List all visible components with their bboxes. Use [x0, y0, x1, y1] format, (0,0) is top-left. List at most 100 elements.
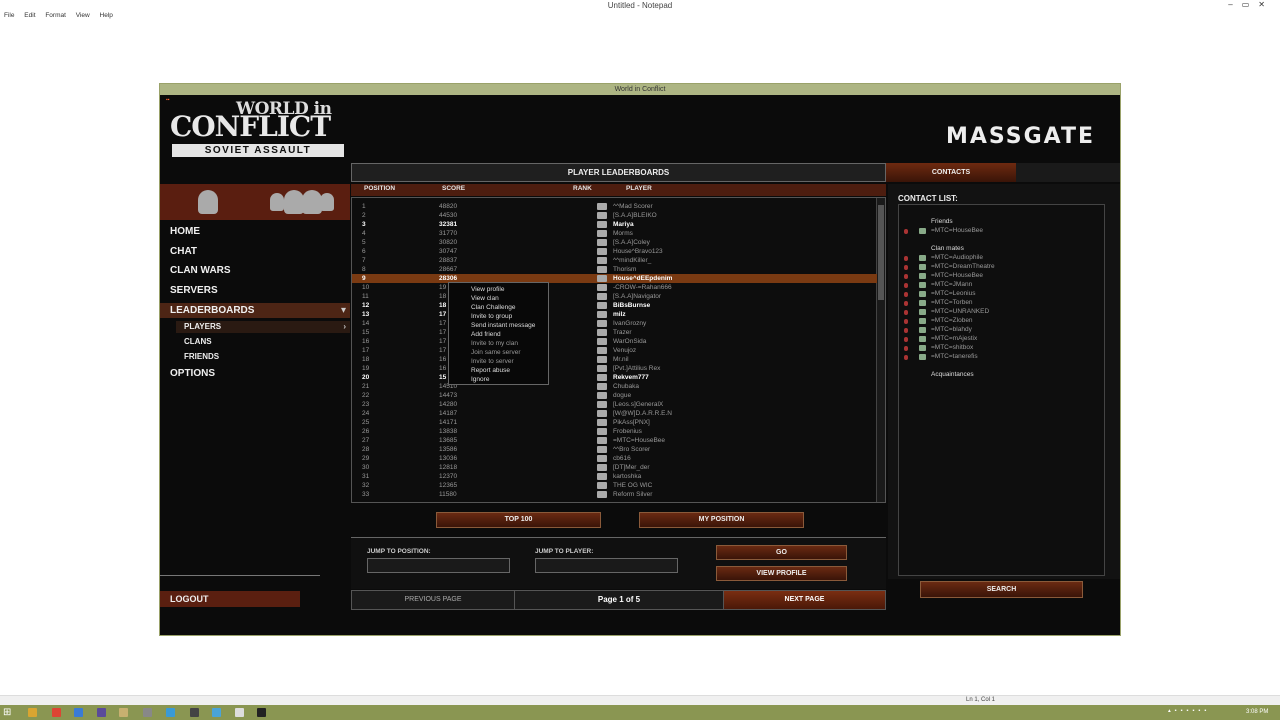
- go-button[interactable]: GO: [716, 545, 847, 560]
- context-menu-item[interactable]: Clan Challenge: [471, 304, 515, 311]
- contact-entry[interactable]: =MTC=blahdy: [931, 326, 972, 333]
- menu-help[interactable]: Help: [100, 12, 113, 19]
- context-menu-item[interactable]: View profile: [471, 286, 504, 293]
- app-icon-7[interactable]: [212, 708, 221, 717]
- menu-view[interactable]: View: [76, 12, 90, 19]
- context-menu-item[interactable]: Send instant message: [471, 322, 535, 329]
- table-row[interactable]: 32 12365 THE OG WIC: [352, 481, 877, 490]
- subnav-clans[interactable]: CLANS: [184, 337, 212, 346]
- contact-entry[interactable]: =MTC=Leonius: [931, 290, 975, 297]
- previous-page-button[interactable]: PREVIOUS PAGE: [352, 591, 514, 609]
- col-player[interactable]: PLAYER: [626, 185, 652, 192]
- table-row[interactable]: 30 12818 [DT]Mer_der: [352, 463, 877, 472]
- table-row[interactable]: 33 11580 Reform Silver: [352, 490, 877, 499]
- table-row[interactable]: 19 16 [Pvt.]Attilius Rex: [352, 364, 877, 373]
- table-row[interactable]: 23 14280 [Leos.s]GeneralX: [352, 400, 877, 409]
- table-row[interactable]: 4 31770 Morms: [352, 229, 877, 238]
- table-row[interactable]: 3 32381 Mariya: [352, 220, 877, 229]
- contact-entry[interactable]: =MTC=HouseBee: [931, 227, 983, 234]
- contact-group-label[interactable]: Acquaintances: [931, 371, 974, 378]
- context-menu-item[interactable]: Invite to group: [471, 313, 512, 320]
- next-page-button[interactable]: NEXT PAGE: [724, 591, 885, 609]
- context-menu-item[interactable]: Report abuse: [471, 367, 510, 374]
- app-icon-4[interactable]: [143, 708, 152, 717]
- table-row[interactable]: 1 48820 ^^Mad Scorer: [352, 202, 877, 211]
- table-row[interactable]: 22 14473 dogue: [352, 391, 877, 400]
- table-row[interactable]: 14 17 IvanGrozny: [352, 319, 877, 328]
- jump-position-input[interactable]: [367, 558, 510, 573]
- contact-entry[interactable]: =MTC=mAjestix: [931, 335, 977, 342]
- app-icon[interactable]: [74, 708, 83, 717]
- table-row[interactable]: 13 17 milz: [352, 310, 877, 319]
- notepad-icon[interactable]: [235, 708, 244, 717]
- top100-button[interactable]: TOP 100: [436, 512, 601, 528]
- start-icon[interactable]: ⊞: [3, 707, 15, 718]
- contact-entry[interactable]: =MTC=tanerefis: [931, 353, 978, 360]
- context-menu-item[interactable]: Add friend: [471, 331, 501, 338]
- subnav-friends[interactable]: FRIENDS: [184, 352, 219, 361]
- table-row[interactable]: 31 12370 kartoshka: [352, 472, 877, 481]
- context-menu-item[interactable]: View clan: [471, 295, 499, 302]
- app-icon-2[interactable]: [97, 708, 106, 717]
- table-row[interactable]: 24 14187 [W@W]D.A.R.R.E.N: [352, 409, 877, 418]
- nav-options[interactable]: OPTIONS: [170, 368, 215, 379]
- contact-group-label[interactable]: Friends: [931, 218, 953, 225]
- table-row[interactable]: 11 18 [S.A.A]Navigator: [352, 292, 877, 301]
- scrollbar-thumb[interactable]: [878, 205, 884, 300]
- jump-player-input[interactable]: [535, 558, 678, 573]
- menu-edit[interactable]: Edit: [24, 12, 35, 19]
- logout-button[interactable]: LOGOUT: [160, 591, 300, 607]
- table-row[interactable]: 25 14171 PikAss[PNX]: [352, 418, 877, 427]
- context-menu-item[interactable]: Join same server: [471, 349, 521, 356]
- nav-chat[interactable]: CHAT: [170, 246, 197, 257]
- context-menu-item[interactable]: Invite to server: [471, 358, 514, 365]
- system-tray[interactable]: ▴▪▪▪▪▪▪: [1168, 708, 1243, 717]
- nav-clan-wars[interactable]: CLAN WARS: [170, 265, 231, 276]
- table-row[interactable]: 26 13838 Frobenius: [352, 427, 877, 436]
- menu-file[interactable]: File: [4, 12, 14, 19]
- table-row[interactable]: 27 13685 =MTC=HouseBee: [352, 436, 877, 445]
- table-row[interactable]: 28 13586 ^^Bro Scorer: [352, 445, 877, 454]
- explorer-icon[interactable]: [28, 708, 37, 717]
- contact-entry[interactable]: =MTC=DreamTheatre: [931, 263, 995, 270]
- table-row[interactable]: 21 14510 Chubaka: [352, 382, 877, 391]
- table-row[interactable]: 17 17 Venujoz: [352, 346, 877, 355]
- contact-entry[interactable]: =MTC=JMann: [931, 281, 972, 288]
- table-row[interactable]: 2 44530 [S.A.A]BLEIKO: [352, 211, 877, 220]
- table-row[interactable]: 5 30820 [S.A.A]Coley: [352, 238, 877, 247]
- table-row[interactable]: 29 13036 cb616: [352, 454, 877, 463]
- search-button[interactable]: SEARCH: [920, 581, 1083, 598]
- leaderboard-scrollbar[interactable]: [876, 198, 885, 502]
- app-icon-5[interactable]: [166, 708, 175, 717]
- contact-entry[interactable]: =MTC=Torben: [931, 299, 973, 306]
- nav-leaderboards[interactable]: LEADERBOARDS ▾: [160, 303, 350, 318]
- view-profile-button[interactable]: VIEW PROFILE: [716, 566, 847, 581]
- contact-entry[interactable]: =MTC=HouseBee: [931, 272, 983, 279]
- contact-group-label[interactable]: Clan mates: [931, 245, 964, 252]
- table-row[interactable]: 6 30747 House^Bravo123: [352, 247, 877, 256]
- window-controls[interactable]: –▭✕: [1228, 0, 1274, 9]
- table-row[interactable]: 12 18 BiBsBurnse: [352, 301, 877, 310]
- table-row[interactable]: 18 16 Mr.nil: [352, 355, 877, 364]
- contact-entry[interactable]: =MTC=shitbox: [931, 344, 973, 351]
- menu-format[interactable]: Format: [45, 12, 66, 19]
- subnav-players[interactable]: PLAYERS ›: [176, 321, 350, 333]
- contact-entry[interactable]: =MTC=Audiophile: [931, 254, 983, 261]
- col-position[interactable]: POSITION: [364, 185, 395, 192]
- col-score[interactable]: SCORE: [442, 185, 465, 192]
- nav-home[interactable]: HOME: [170, 226, 200, 237]
- table-row[interactable]: 20 15 Rekvem777: [352, 373, 877, 382]
- my-position-button[interactable]: MY POSITION: [639, 512, 804, 528]
- table-row[interactable]: 9 28306 House^dEEpdenim: [352, 274, 877, 283]
- contact-entry[interactable]: =MTC=UNRANKED: [931, 308, 989, 315]
- game-icon[interactable]: [257, 708, 266, 717]
- context-menu-item[interactable]: Invite to my clan: [471, 340, 518, 347]
- app-icon-3[interactable]: [119, 708, 128, 717]
- app-icon-6[interactable]: [190, 708, 199, 717]
- nav-servers[interactable]: SERVERS: [170, 285, 218, 296]
- table-row[interactable]: 10 19 -CROW-=Rahan666: [352, 283, 877, 292]
- contacts-tab[interactable]: CONTACTS: [886, 163, 1016, 182]
- context-menu-item[interactable]: Ignore: [471, 376, 489, 383]
- col-rank[interactable]: RANK: [573, 185, 592, 192]
- table-row[interactable]: 8 28667 Thorism: [352, 265, 877, 274]
